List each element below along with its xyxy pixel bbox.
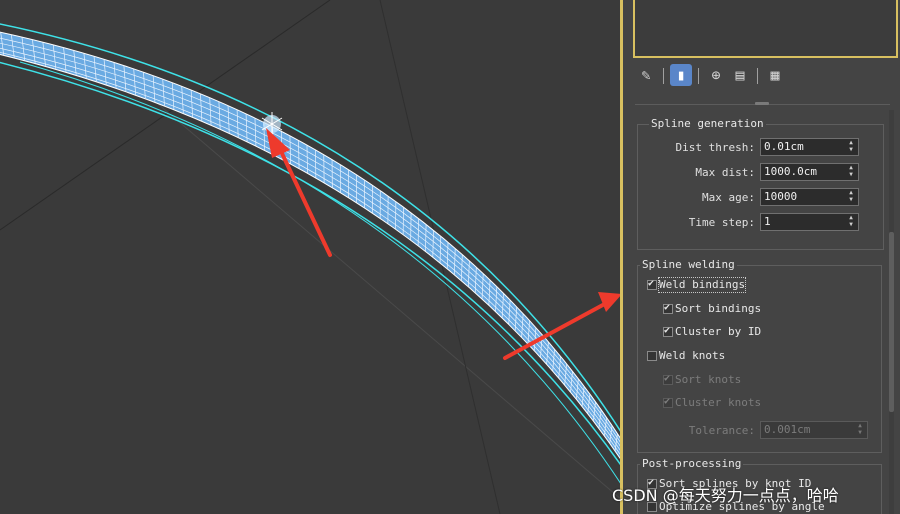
panel-scrollbar-thumb[interactable] <box>889 232 894 412</box>
time-step-label: Time step: <box>688 216 755 229</box>
tolerance-value: 0.001cm <box>764 423 811 436</box>
cluster-by-id-label[interactable]: Cluster by ID <box>675 325 761 339</box>
spinner-arrows-icon[interactable]: ▲ ▼ <box>847 139 855 153</box>
toolbar-divider <box>757 68 758 84</box>
weld-bindings-checkbox[interactable] <box>647 278 657 290</box>
viewport-scene <box>0 0 622 514</box>
spinner-arrows-icon[interactable]: ▲ ▼ <box>847 164 855 178</box>
delete-icon[interactable]: ▤ <box>729 64 751 86</box>
modifier-list-preview[interactable] <box>633 0 898 58</box>
weld-knots-checkbox[interactable] <box>647 351 657 361</box>
make-unique-icon[interactable]: ⊕ <box>705 64 727 86</box>
max-dist-label: Max dist: <box>695 166 755 179</box>
sort-bindings-checkbox[interactable] <box>663 302 673 314</box>
panel-drag-bar[interactable] <box>635 102 890 108</box>
cluster-knots-label[interactable]: Cluster knots <box>675 396 761 410</box>
watermark: CSDN @每天努力一点点，哈哈 <box>612 486 839 505</box>
max-dist-value: 1000.0cm <box>764 165 817 178</box>
spinner-arrows-icon[interactable]: ▲ ▼ <box>847 189 855 203</box>
configure-icon[interactable]: ▦ <box>764 64 786 86</box>
cluster-knots-checkbox[interactable] <box>663 396 673 408</box>
spinner-arrows-icon[interactable]: ▲ ▼ <box>847 214 855 228</box>
dist-thresh-spinner[interactable]: 0.01cm ▲ ▼ <box>760 138 859 156</box>
max-age-value: 10000 <box>764 190 798 203</box>
max-age-label: Max age: <box>702 191 755 204</box>
time-step-value: 1 <box>764 215 771 228</box>
tolerance-label: Tolerance: <box>688 424 755 437</box>
toolbar-divider <box>663 68 664 84</box>
cluster-by-id-checkbox[interactable] <box>663 325 673 337</box>
dist-thresh-value: 0.01cm <box>764 140 804 153</box>
dist-thresh-label: Dist thresh: <box>675 141 755 154</box>
pin-icon[interactable]: ✎ <box>635 64 657 86</box>
spline-generation-title: Spline generation <box>649 117 766 131</box>
sort-knots-label[interactable]: Sort knots <box>675 373 741 387</box>
tolerance-spinner[interactable]: 0.001cm ▲ ▼ <box>760 421 868 439</box>
weld-knots-label[interactable]: Weld knots <box>659 349 725 363</box>
toolbar-divider <box>698 68 699 84</box>
modifier-stack-icon[interactable]: ▮ <box>670 64 692 86</box>
weld-bindings-label[interactable]: Weld bindings <box>657 277 747 293</box>
time-step-spinner[interactable]: 1 ▲ ▼ <box>760 213 859 231</box>
post-processing-title: Post-processing <box>640 457 744 471</box>
spline-welding-title: Spline welding <box>640 258 737 272</box>
max-dist-spinner[interactable]: 1000.0cm ▲ ▼ <box>760 163 859 181</box>
viewport[interactable] <box>0 0 622 514</box>
max-age-spinner[interactable]: 10000 ▲ ▼ <box>760 188 859 206</box>
modifier-stack-toolbar: ✎ ▮ ⊕ ▤ ▦ <box>635 64 895 90</box>
spinner-arrows-icon[interactable]: ▲ ▼ <box>856 422 864 436</box>
sort-bindings-label[interactable]: Sort bindings <box>675 302 761 316</box>
command-panel: ✎ ▮ ⊕ ▤ ▦ Spline generation Dist thresh:… <box>623 0 900 514</box>
sort-knots-checkbox[interactable] <box>663 373 673 385</box>
